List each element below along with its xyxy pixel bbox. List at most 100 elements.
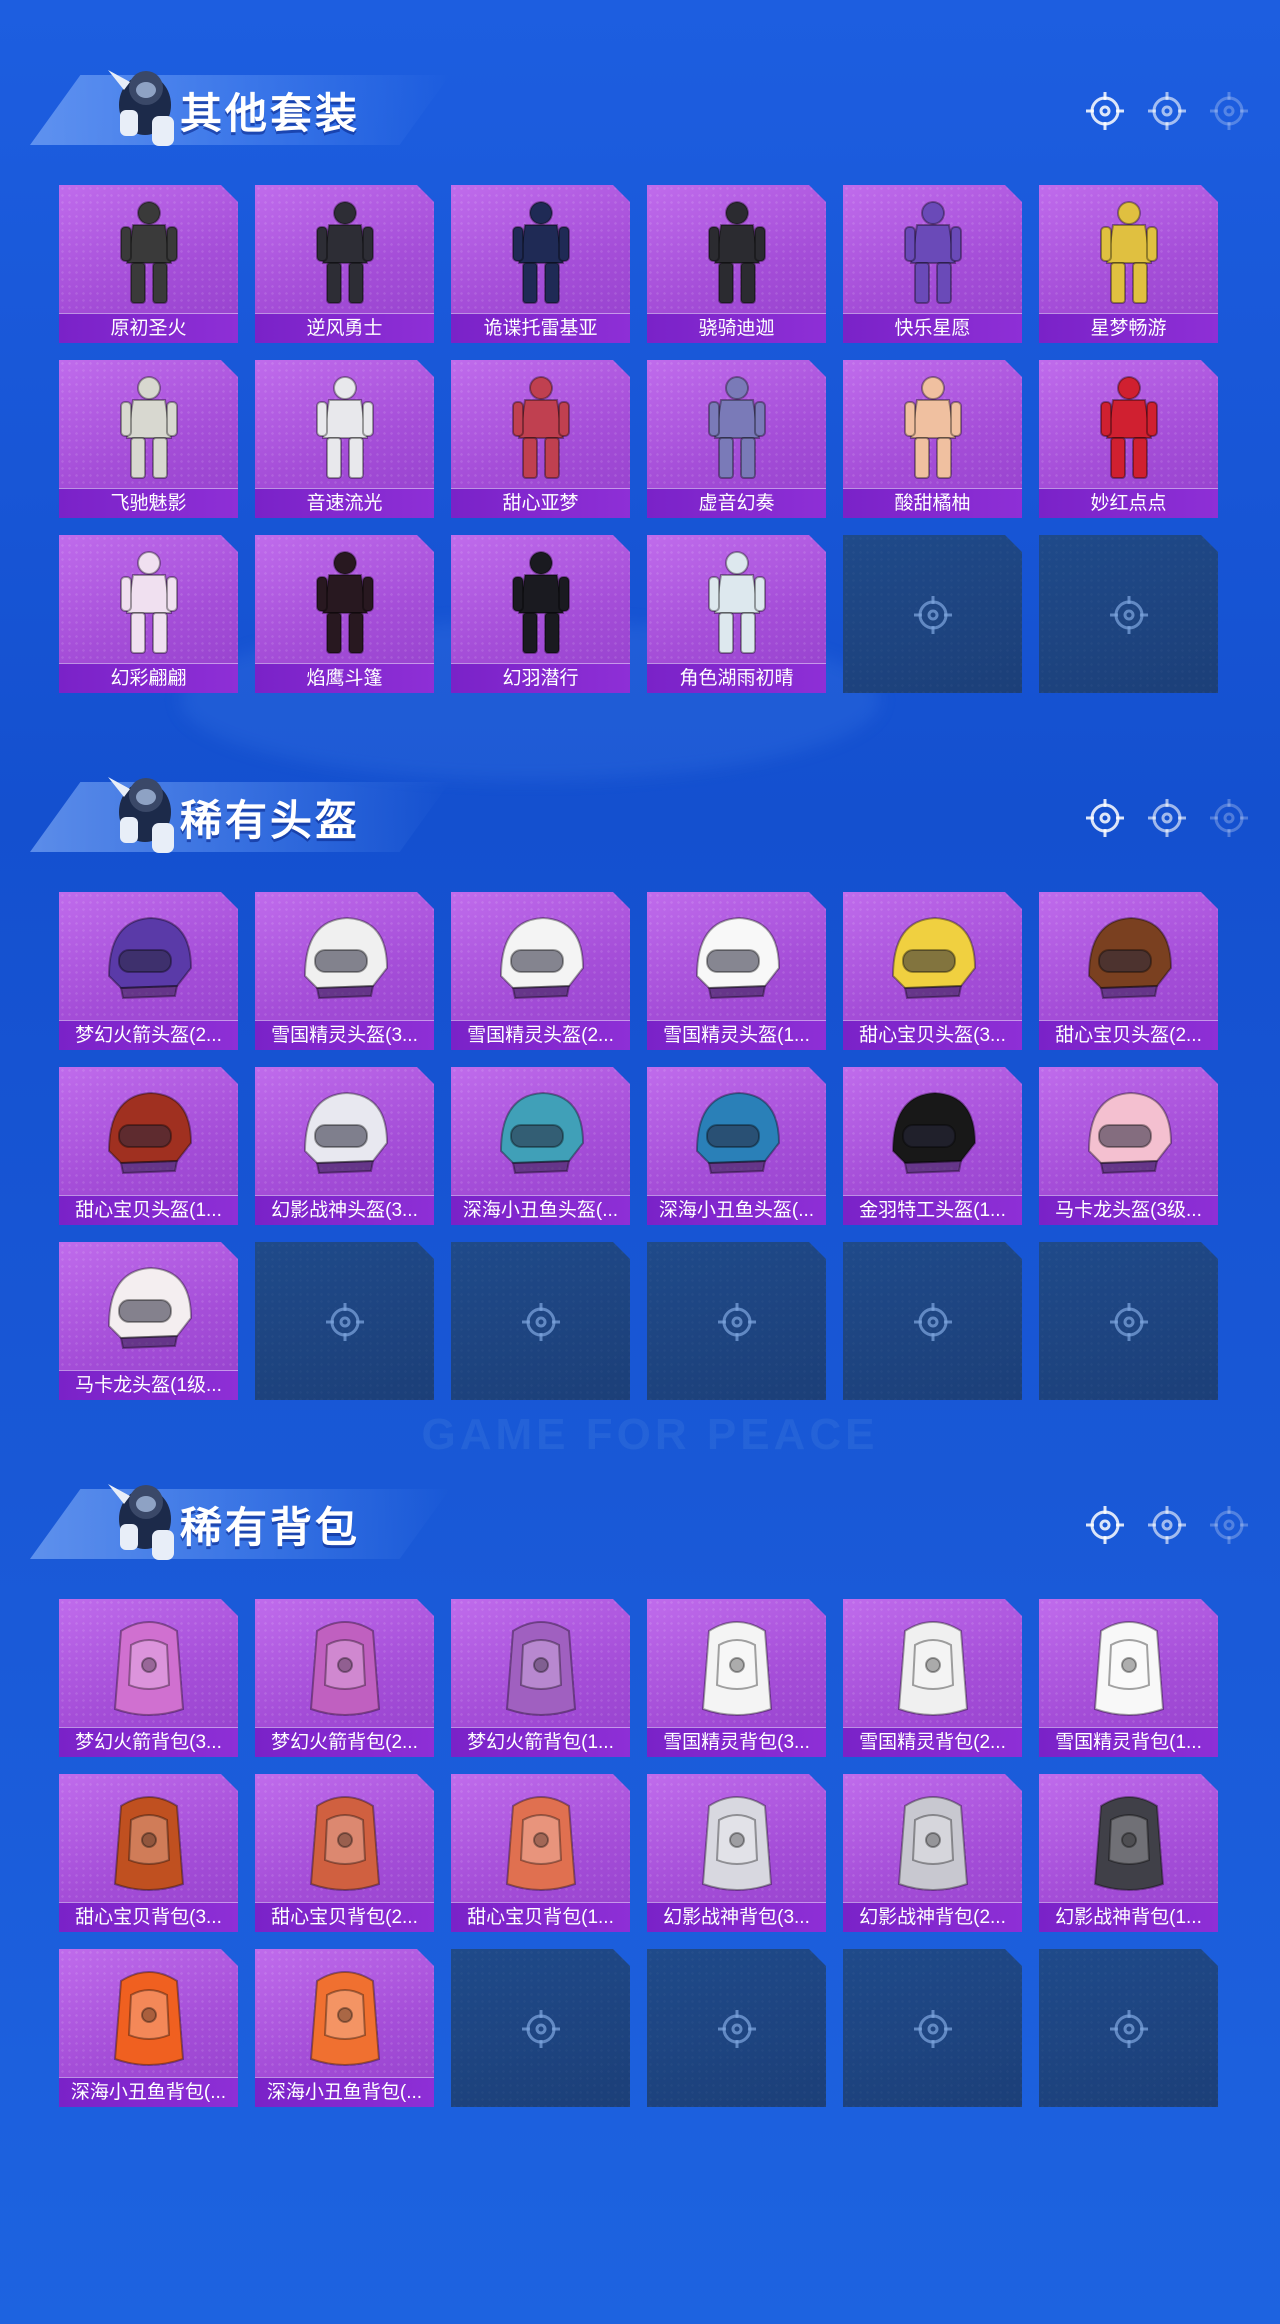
item-card[interactable]: 诡谍托雷基亚 <box>451 185 630 343</box>
item-name: 梦幻火箭背包(3... <box>59 1727 238 1757</box>
empty-slot <box>1039 1242 1218 1400</box>
item-card[interactable]: 虚音幻奏 <box>647 360 826 518</box>
item-card[interactable]: 甜心宝贝背包(2... <box>255 1774 434 1932</box>
item-image <box>255 191 434 309</box>
item-name: 甜心宝贝头盔(2... <box>1039 1020 1218 1050</box>
item-card[interactable]: 幻彩翩翩 <box>59 535 238 693</box>
crosshair-icon <box>1146 797 1188 839</box>
item-card[interactable]: 逆风勇士 <box>255 185 434 343</box>
item-card[interactable]: 酸甜橘柚 <box>843 360 1022 518</box>
item-image <box>843 366 1022 484</box>
item-name: 马卡龙头盔(3级... <box>1039 1195 1218 1225</box>
item-card[interactable]: 雪国精灵背包(2... <box>843 1599 1022 1757</box>
item-card[interactable]: 骁骑迪迦 <box>647 185 826 343</box>
item-image <box>843 1605 1022 1723</box>
section-title: 稀有背包 <box>180 1504 361 1551</box>
item-name: 诡谍托雷基亚 <box>451 313 630 343</box>
item-image <box>843 1780 1022 1898</box>
item-card[interactable]: 梦幻火箭背包(2... <box>255 1599 434 1757</box>
crosshair-icon <box>1084 797 1126 839</box>
item-card[interactable]: 幻影战神头盔(3... <box>255 1067 434 1225</box>
crosshair-icon <box>716 1301 758 1343</box>
item-card[interactable]: 梦幻火箭头盔(2... <box>59 892 238 1050</box>
item-card[interactable]: 幻羽潜行 <box>451 535 630 693</box>
item-card[interactable]: 梦幻火箭背包(3... <box>59 1599 238 1757</box>
item-card[interactable]: 妙红点点 <box>1039 360 1218 518</box>
crosshair-icon <box>1146 90 1188 132</box>
item-image <box>59 1248 238 1366</box>
item-name: 逆风勇士 <box>255 313 434 343</box>
item-card[interactable]: 雪国精灵头盔(3... <box>255 892 434 1050</box>
item-image <box>843 1073 1022 1191</box>
item-card[interactable]: 幻影战神背包(1... <box>1039 1774 1218 1932</box>
item-card[interactable]: 幻影战神背包(3... <box>647 1774 826 1932</box>
item-name: 幻彩翩翩 <box>59 663 238 693</box>
crosshair-icon <box>520 2008 562 2050</box>
item-image <box>59 1955 238 2073</box>
item-grid: 梦幻火箭背包(3... 梦幻火箭背包(2... 梦幻火箭背包(1... 雪国精灵背包(… <box>59 1599 1218 2107</box>
crosshair-icon <box>1084 90 1126 132</box>
crosshair-icon <box>1108 2008 1150 2050</box>
item-image <box>1039 191 1218 309</box>
item-card[interactable]: 甜心宝贝背包(1... <box>451 1774 630 1932</box>
item-card[interactable]: 深海小丑鱼头盔(... <box>647 1067 826 1225</box>
item-name: 虚音幻奏 <box>647 488 826 518</box>
item-card[interactable]: 深海小丑鱼背包(... <box>59 1949 238 2107</box>
empty-slot <box>451 1949 630 2107</box>
item-card[interactable]: 甜心宝贝头盔(2... <box>1039 892 1218 1050</box>
item-name: 幻羽潜行 <box>451 663 630 693</box>
item-image <box>647 1073 826 1191</box>
item-image <box>59 191 238 309</box>
header-target-icons <box>1084 797 1250 847</box>
item-card[interactable]: 飞驰魅影 <box>59 360 238 518</box>
item-name: 甜心宝贝背包(2... <box>255 1902 434 1932</box>
item-card[interactable]: 深海小丑鱼头盔(... <box>451 1067 630 1225</box>
item-card[interactable]: 快乐星愿 <box>843 185 1022 343</box>
item-card[interactable]: 深海小丑鱼背包(... <box>255 1949 434 2107</box>
crosshair-icon <box>520 1301 562 1343</box>
item-image <box>1039 898 1218 1016</box>
item-card[interactable]: 梦幻火箭背包(1... <box>451 1599 630 1757</box>
item-card[interactable]: 角色湖雨初晴 <box>647 535 826 693</box>
item-name: 雪国精灵头盔(1... <box>647 1020 826 1050</box>
item-card[interactable]: 雪国精灵背包(1... <box>1039 1599 1218 1757</box>
item-name: 飞驰魅影 <box>59 488 238 518</box>
item-name: 梦幻火箭背包(1... <box>451 1727 630 1757</box>
item-card[interactable]: 焰鹰斗篷 <box>255 535 434 693</box>
section-1: 其他套装原初圣火 逆风勇士 诡谍托雷基亚 骁骑迪迦 快乐星愿 星梦畅游飞驰魅影 音速流光 甜心… <box>0 50 1280 730</box>
item-card[interactable]: 原初圣火 <box>59 185 238 343</box>
section-header: 稀有头盔 <box>30 757 1260 867</box>
item-card[interactable]: 甜心宝贝背包(3... <box>59 1774 238 1932</box>
item-image <box>451 191 630 309</box>
item-name: 甜心亚梦 <box>451 488 630 518</box>
item-card[interactable]: 星梦畅游 <box>1039 185 1218 343</box>
item-name: 甜心宝贝背包(3... <box>59 1902 238 1932</box>
item-card[interactable]: 甜心宝贝头盔(1... <box>59 1067 238 1225</box>
section-title: 其他套装 <box>180 90 361 137</box>
item-card[interactable]: 金羽特工头盔(1... <box>843 1067 1022 1225</box>
item-card[interactable]: 雪国精灵背包(3... <box>647 1599 826 1757</box>
item-image <box>59 1073 238 1191</box>
item-name: 音速流光 <box>255 488 434 518</box>
item-card[interactable]: 甜心宝贝头盔(3... <box>843 892 1022 1050</box>
item-name: 梦幻火箭头盔(2... <box>59 1020 238 1050</box>
item-image <box>451 1605 630 1723</box>
item-name: 幻影战神头盔(3... <box>255 1195 434 1225</box>
item-card[interactable]: 幻影战神背包(2... <box>843 1774 1022 1932</box>
item-name: 甜心宝贝背包(1... <box>451 1902 630 1932</box>
item-card[interactable]: 雪国精灵头盔(2... <box>451 892 630 1050</box>
item-card[interactable]: 马卡龙头盔(3级... <box>1039 1067 1218 1225</box>
item-card[interactable]: 雪国精灵头盔(1... <box>647 892 826 1050</box>
item-card[interactable]: 音速流光 <box>255 360 434 518</box>
item-name: 深海小丑鱼头盔(... <box>451 1195 630 1225</box>
item-image <box>451 1780 630 1898</box>
crosshair-icon <box>1146 1504 1188 1546</box>
empty-slot <box>843 535 1022 693</box>
crosshair-icon <box>1108 594 1150 636</box>
item-image <box>59 366 238 484</box>
crosshair-icon <box>1084 1504 1126 1546</box>
item-image <box>59 541 238 659</box>
item-card[interactable]: 甜心亚梦 <box>451 360 630 518</box>
soldier-mascot-icon <box>100 50 190 160</box>
item-card[interactable]: 马卡龙头盔(1级... <box>59 1242 238 1400</box>
